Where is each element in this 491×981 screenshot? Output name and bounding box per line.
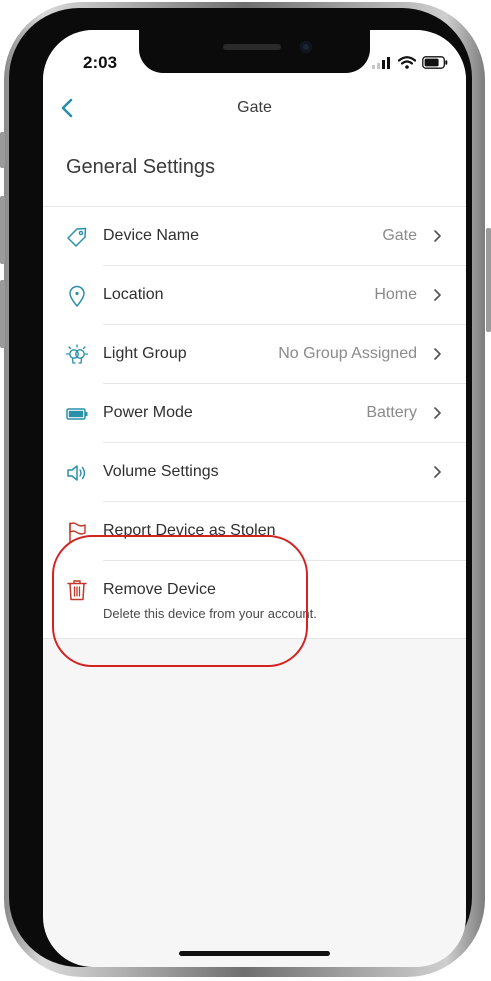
row-label: Power Mode [103,404,193,421]
battery-status-icon [422,56,448,69]
mute-switch [0,132,5,168]
status-icons [372,56,448,69]
location-row[interactable]: Location Home [43,266,466,325]
row-label: Volume Settings [103,463,219,480]
chevron-right-icon [434,289,441,301]
volume-up-button [0,196,5,264]
notch [139,30,370,73]
location-pin-icon [69,285,85,307]
volume-settings-row[interactable]: Volume Settings [43,443,466,502]
power-mode-row[interactable]: Power Mode Battery [43,384,466,443]
speaker-icon [67,465,86,481]
tag-icon [67,227,87,247]
section-title: General Settings [66,156,215,178]
cellular-signal-icon [372,56,390,69]
row-label: Device Name [103,227,200,244]
wifi-icon [398,56,416,69]
screen: 2:03 Gate General Settings Device Name G… [43,30,466,967]
device-name-row[interactable]: Device Name Gate [43,207,466,266]
row-label: Light Group [103,345,187,362]
annotation-highlight [52,535,308,667]
chevron-right-icon [434,348,441,360]
battery-icon [66,408,88,420]
light-group-icon [65,344,89,364]
light-group-row[interactable]: Light Group No Group Assigned [43,325,466,384]
chevron-right-icon [434,230,441,242]
volume-down-button [0,280,5,348]
speaker-grille [223,44,281,50]
row-value: Gate [382,227,417,244]
chevron-right-icon [434,466,441,478]
row-value: Battery [366,404,417,421]
home-indicator[interactable] [179,951,330,956]
page-title: Gate [237,99,272,116]
phone-frame: 2:03 Gate General Settings Device Name G… [9,8,472,967]
row-value: No Group Assigned [278,345,417,362]
front-camera [300,41,312,53]
row-label: Location [103,286,164,303]
status-time: 2:03 [83,53,118,72]
chevron-right-icon [434,407,441,419]
power-button [486,228,491,332]
row-value: Home [374,286,417,303]
